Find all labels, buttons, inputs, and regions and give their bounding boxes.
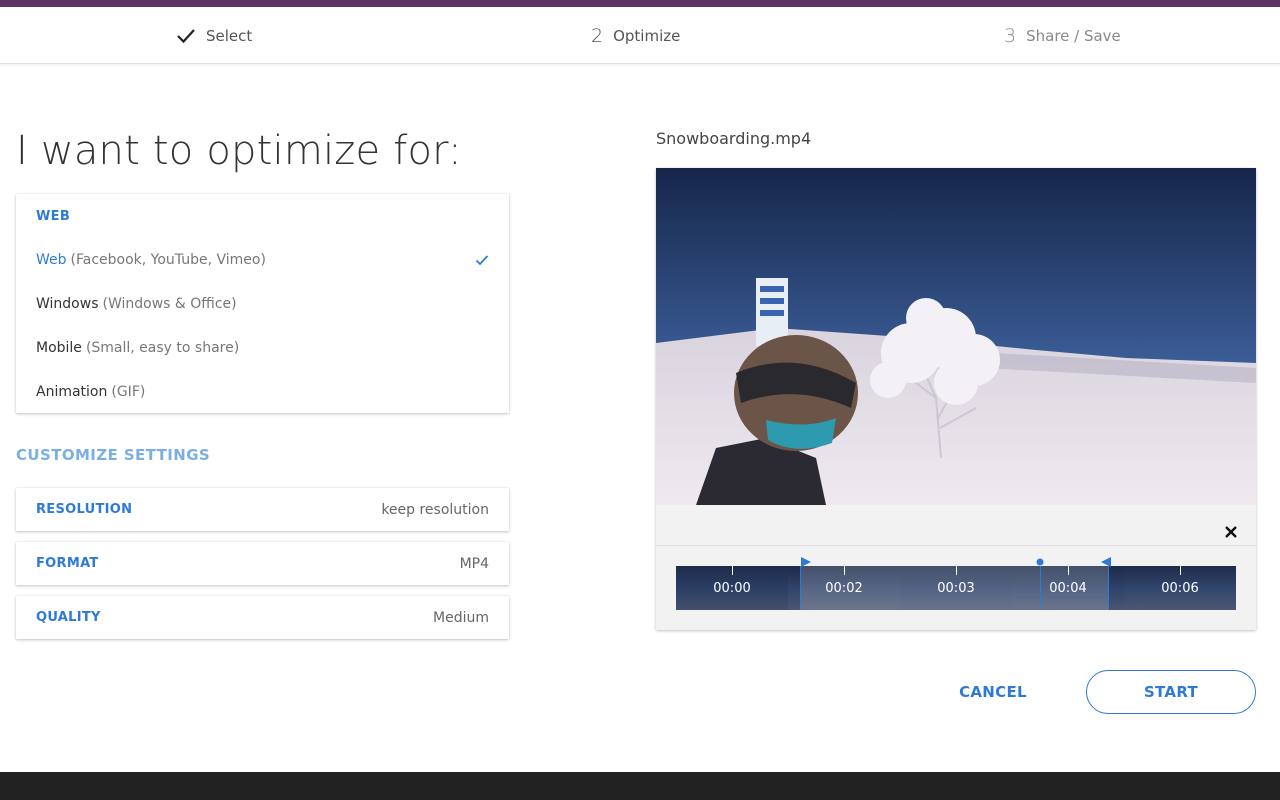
preset-list: WEB Web (Facebook, YouTube, Vimeo) Windo… <box>16 194 509 413</box>
step-optimize[interactable]: 2 Optimize <box>591 7 680 64</box>
selected-check-icon <box>475 255 489 266</box>
footer-bar <box>0 772 1280 800</box>
preset-name: Windows <box>36 296 99 312</box>
playhead-line <box>1040 566 1041 610</box>
timeline-tick <box>1180 566 1181 575</box>
video-timeline[interactable]: 00:00 00:02 00:03 00:04 00:06 <box>676 566 1236 610</box>
customize-settings-title: CUSTOMIZE SETTINGS <box>16 446 211 464</box>
trim-start-line <box>800 566 801 610</box>
timeline-timestamp: 00:02 <box>825 581 863 596</box>
trim-end-handle-icon[interactable] <box>1100 556 1112 568</box>
preset-detail: (GIF) <box>111 384 146 400</box>
timeline-timestamp: 00:04 <box>1049 581 1087 596</box>
timeline-timestamp: 00:06 <box>1161 581 1199 596</box>
preset-detail: (Small, easy to share) <box>85 340 240 356</box>
player-controls <box>656 505 1256 546</box>
step-label: Optimize <box>613 26 681 45</box>
video-player: 00:00 00:02 00:03 00:04 00:06 <box>656 168 1256 630</box>
playhead-handle-icon[interactable] <box>1036 558 1044 566</box>
timeline-timestamp: 00:00 <box>713 581 751 596</box>
preset-detail: (Facebook, YouTube, Vimeo) <box>70 252 266 268</box>
resolution-setting[interactable]: RESOLUTION keep resolution <box>16 488 509 531</box>
timeline-timestamp: 00:03 <box>937 581 975 596</box>
step-select[interactable]: Select <box>176 7 252 64</box>
preset-animation[interactable]: Animation (GIF) <box>36 370 489 414</box>
timeline-tick <box>732 566 733 575</box>
setting-label: FORMAT <box>36 556 99 571</box>
preset-windows[interactable]: Windows (Windows & Office) <box>36 282 489 326</box>
trim-start-handle-icon[interactable] <box>800 556 812 568</box>
video-frame-image <box>656 168 1256 505</box>
wizard-steps: Select 2 Optimize 3 Share / Save <box>0 7 1280 64</box>
cancel-button[interactable]: CANCEL <box>946 672 1040 712</box>
start-button[interactable]: START <box>1086 670 1256 714</box>
preset-name: Animation <box>36 384 108 400</box>
step-label: Share / Save <box>1026 26 1121 45</box>
step-number: 3 <box>1004 24 1017 47</box>
checkmark-icon <box>177 28 195 43</box>
preset-name: Mobile <box>36 340 82 356</box>
setting-value: MP4 <box>459 555 489 572</box>
preset-web[interactable]: Web (Facebook, YouTube, Vimeo) <box>36 238 489 282</box>
page-title: I want to optimize for: <box>16 128 462 174</box>
timeline-tick <box>1068 566 1069 575</box>
timeline-tick <box>844 566 845 575</box>
timeline-tick <box>956 566 957 575</box>
preset-mobile[interactable]: Mobile (Small, easy to share) <box>36 326 489 370</box>
video-preview[interactable] <box>656 168 1256 505</box>
quality-setting[interactable]: QUALITY Medium <box>16 596 509 639</box>
step-number: 2 <box>591 24 604 47</box>
close-icon[interactable] <box>1224 525 1238 539</box>
brand-top-bar <box>0 0 1280 7</box>
setting-label: RESOLUTION <box>36 502 133 517</box>
trim-end-line <box>1108 566 1109 610</box>
setting-label: QUALITY <box>36 610 101 625</box>
format-setting[interactable]: FORMAT MP4 <box>16 542 509 585</box>
video-filename: Snowboarding.mp4 <box>656 129 812 148</box>
step-label: Select <box>206 26 253 45</box>
preset-group-header: WEB <box>36 208 71 224</box>
setting-value: Medium <box>433 609 489 626</box>
preset-detail: (Windows & Office) <box>102 296 237 312</box>
preset-name: Web <box>36 252 67 268</box>
setting-value: keep resolution <box>381 501 489 518</box>
step-share-save[interactable]: 3 Share / Save <box>1004 7 1121 64</box>
